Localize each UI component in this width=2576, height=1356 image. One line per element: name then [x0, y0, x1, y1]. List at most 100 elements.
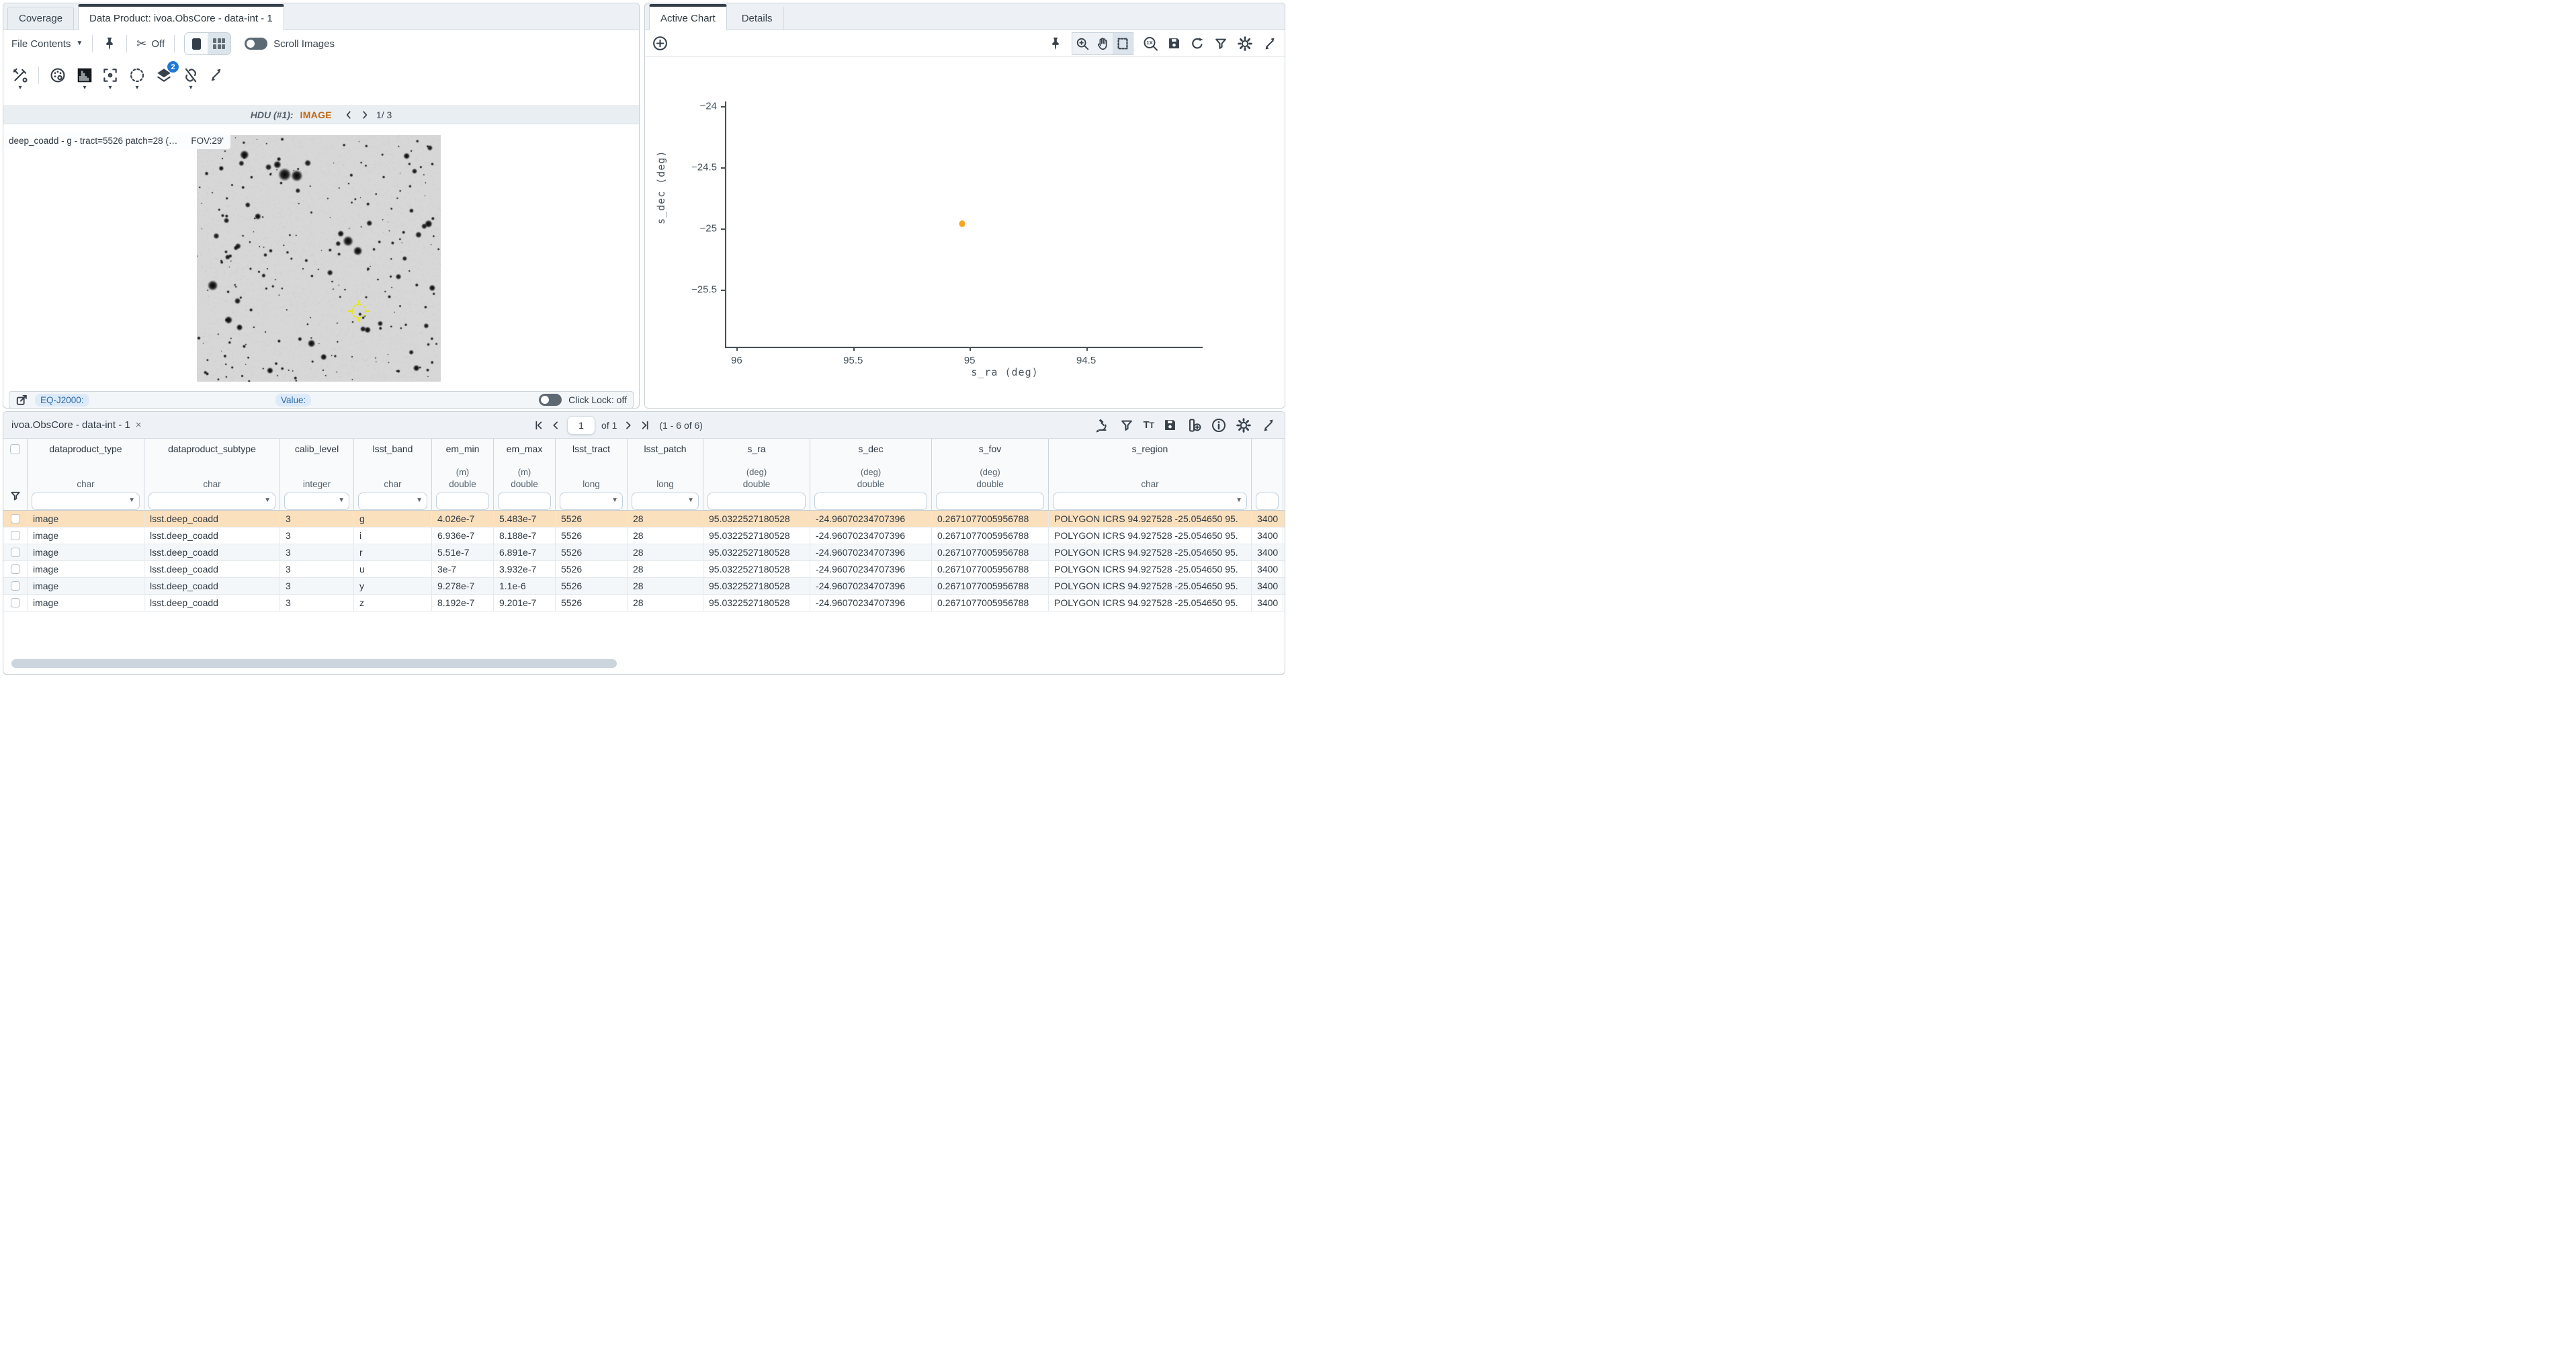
- hand-icon: [1095, 36, 1110, 51]
- row-checkbox[interactable]: [11, 564, 20, 574]
- table-tab[interactable]: ivoa.ObsCore - data-int - 1 ×: [11, 419, 142, 431]
- filter-lsst_patch[interactable]: ▼: [632, 493, 699, 510]
- filter-dataproduct_subtype[interactable]: ▼: [148, 493, 275, 510]
- row-checkbox[interactable]: [11, 581, 20, 591]
- table-info-button[interactable]: [1211, 417, 1227, 433]
- filter-chart-button[interactable]: [1213, 36, 1228, 51]
- cell-s_region: POLYGON ICRS 94.927528 -25.054650 95.: [1049, 595, 1252, 611]
- add-column-button[interactable]: [1186, 417, 1202, 433]
- zoom-original-button[interactable]: 1X: [1142, 36, 1158, 52]
- last-page-button[interactable]: [640, 420, 650, 431]
- scatter-chart[interactable]: s_dec (deg) s_ra (deg) 9695.59594.5−24−2…: [645, 57, 1285, 409]
- page-number-input[interactable]: [567, 416, 595, 435]
- x-tick: [970, 347, 971, 351]
- stretch-button[interactable]: ▾: [76, 67, 93, 84]
- filter-lsst_band[interactable]: ▼: [358, 493, 427, 510]
- tab-coverage[interactable]: Coverage: [7, 7, 74, 30]
- column-header-lsst_band[interactable]: lsst_bandchar▼: [354, 439, 432, 510]
- expand-chart-button[interactable]: [1262, 36, 1278, 52]
- click-lock-toggle[interactable]: [539, 394, 562, 406]
- tools-button[interactable]: ▾: [11, 67, 29, 84]
- analyze-button[interactable]: [1094, 417, 1111, 433]
- column-header-calib_level[interactable]: calib_levelinteger▼: [280, 439, 354, 510]
- table-row[interactable]: imagelsst.deep_coadd3u3e-73.932e-7552628…: [3, 561, 1285, 578]
- restore-chart-button[interactable]: [1190, 36, 1205, 51]
- column-header-s_dec[interactable]: s_dec(deg)double: [810, 439, 932, 510]
- prev-page-button[interactable]: [550, 420, 561, 431]
- filter-row-button[interactable]: [9, 490, 22, 502]
- fits-image-viewer[interactable]: deep_coadd - g - tract=5526 patch=28 (… …: [3, 124, 639, 389]
- column-header-partial[interactable]: [1252, 439, 1283, 510]
- tab-details[interactable]: Details: [731, 7, 784, 30]
- expand-viewer-icon[interactable]: [15, 394, 28, 407]
- filter-table-button[interactable]: [1119, 418, 1134, 433]
- table-row[interactable]: imagelsst.deep_coadd3r5.51e-76.891e-7552…: [3, 544, 1285, 561]
- horizontal-scrollbar[interactable]: [11, 659, 617, 668]
- cell-s_region: POLYGON ICRS 94.927528 -25.054650 95.: [1049, 511, 1252, 527]
- row-checkbox[interactable]: [11, 598, 20, 607]
- wcs-unlock-button[interactable]: ▾: [182, 67, 200, 84]
- table-row[interactable]: imagelsst.deep_coadd3y9.278e-71.1e-65526…: [3, 578, 1285, 595]
- filter-partial[interactable]: [1256, 493, 1279, 510]
- column-header-lsst_patch[interactable]: lsst_patchlong▼: [628, 439, 703, 510]
- tab-data-product[interactable]: Data Product: ivoa.ObsCore - data-int - …: [78, 4, 284, 30]
- next-hdu-button[interactable]: [360, 110, 370, 120]
- cell-dataproduct_subtype: lsst.deep_coadd: [144, 511, 280, 527]
- select-region-button[interactable]: ▾: [128, 67, 146, 84]
- filter-s_fov[interactable]: [936, 493, 1044, 510]
- column-header-lsst_tract[interactable]: lsst_tractlong▼: [556, 439, 628, 510]
- grid-view-button[interactable]: [208, 33, 230, 54]
- filter-dataproduct_type[interactable]: ▼: [32, 493, 140, 510]
- pin-button[interactable]: [102, 36, 117, 51]
- select-all-checkbox[interactable]: [10, 444, 20, 454]
- column-header-em_min[interactable]: em_min(m)double: [432, 439, 494, 510]
- expand-image-button[interactable]: [208, 67, 224, 83]
- cell-calib_level: 3: [280, 561, 354, 577]
- recenter-button[interactable]: ▾: [101, 67, 119, 84]
- close-table-icon[interactable]: ×: [136, 419, 142, 431]
- color-button[interactable]: [49, 67, 67, 84]
- filter-em_max[interactable]: [498, 493, 551, 510]
- layers-button[interactable]: 2: [155, 67, 173, 84]
- table-row[interactable]: imagelsst.deep_coadd3i6.936e-78.188e-755…: [3, 527, 1285, 544]
- filter-calib_level[interactable]: ▼: [284, 493, 349, 510]
- save-chart-button[interactable]: [1167, 36, 1181, 50]
- column-header-dataproduct_subtype[interactable]: dataproduct_subtypechar▼: [144, 439, 280, 510]
- pan-mode-button[interactable]: [1092, 33, 1113, 54]
- column-header-em_max[interactable]: em_max(m)double: [494, 439, 556, 510]
- table-row[interactable]: imagelsst.deep_coadd3g4.026e-75.483e-755…: [3, 511, 1285, 527]
- filter-lsst_tract[interactable]: ▼: [560, 493, 623, 510]
- select-mode-button[interactable]: [1113, 33, 1133, 54]
- cutout-button[interactable]: ✂ Off: [136, 37, 165, 51]
- prev-hdu-button[interactable]: [344, 110, 353, 120]
- column-header-s_fov[interactable]: s_fov(deg)double: [932, 439, 1049, 510]
- first-page-button[interactable]: [533, 420, 544, 431]
- column-header-s_region[interactable]: s_regionchar▼: [1049, 439, 1252, 510]
- filter-s_dec[interactable]: [814, 493, 927, 510]
- text-view-button[interactable]: TT: [1143, 419, 1154, 431]
- next-page-button[interactable]: [623, 420, 634, 431]
- chart-options-button[interactable]: [1237, 36, 1253, 52]
- row-checkbox[interactable]: [11, 548, 20, 557]
- filter-s_region[interactable]: ▼: [1053, 493, 1247, 510]
- star-field-image[interactable]: [197, 135, 441, 382]
- file-contents-dropdown[interactable]: File Contents ▼: [11, 38, 83, 50]
- row-checkbox[interactable]: [11, 531, 20, 540]
- scroll-images-toggle[interactable]: [245, 38, 267, 50]
- save-table-button[interactable]: [1163, 418, 1177, 432]
- tab-active-chart[interactable]: Active Chart: [649, 4, 727, 30]
- table-row[interactable]: imagelsst.deep_coadd3z8.192e-79.201e-755…: [3, 595, 1285, 611]
- data-point[interactable]: [959, 220, 965, 227]
- pin-chart-button[interactable]: [1048, 36, 1063, 51]
- chevron-down-icon: ▼: [416, 497, 423, 504]
- filter-s_ra[interactable]: [707, 493, 806, 510]
- add-chart-button[interactable]: [652, 35, 669, 52]
- column-header-dataproduct_type[interactable]: dataproduct_typechar▼: [28, 439, 144, 510]
- filter-em_min[interactable]: [436, 493, 489, 510]
- expand-table-button[interactable]: [1260, 417, 1277, 433]
- column-header-s_ra[interactable]: s_ra(deg)double: [703, 439, 810, 510]
- zoom-mode-button[interactable]: [1072, 33, 1092, 54]
- table-options-button[interactable]: [1236, 417, 1252, 433]
- row-checkbox[interactable]: [11, 514, 20, 523]
- single-view-button[interactable]: [185, 33, 208, 54]
